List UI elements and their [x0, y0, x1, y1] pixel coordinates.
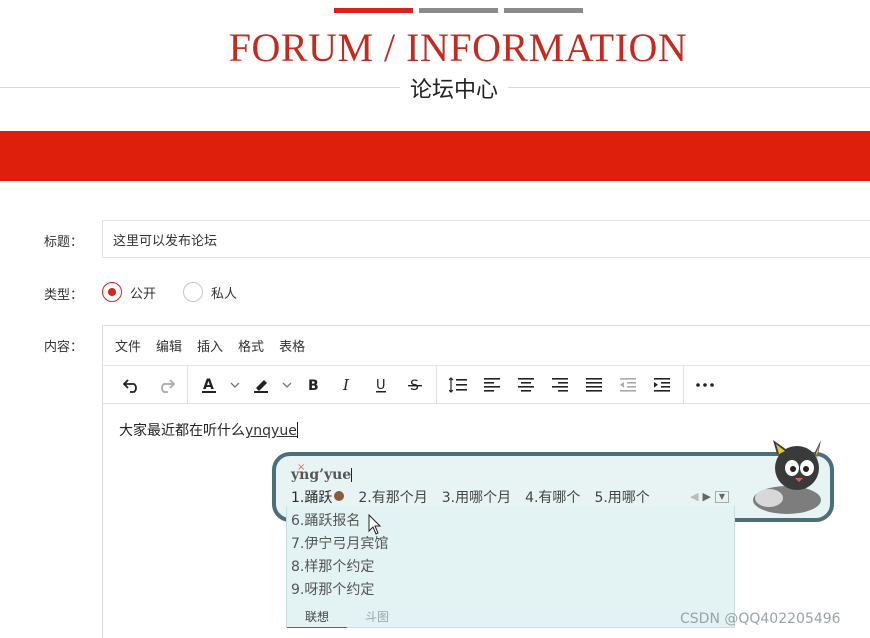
ime-mascot-image	[753, 440, 821, 514]
ime-page-nav: ◀ ▶ ▼	[690, 490, 729, 503]
editor-content-text: 大家最近都在听什么	[119, 423, 245, 439]
menu-format[interactable]: 格式	[238, 336, 264, 355]
align-center-icon[interactable]	[511, 371, 541, 399]
page-title-cn: 论坛中心	[400, 72, 509, 104]
align-justify-icon[interactable]	[579, 371, 609, 399]
radio-circle	[183, 282, 203, 302]
toolbar-text-group: A B I U S	[188, 366, 437, 403]
menu-insert[interactable]: 插入	[197, 336, 223, 355]
check-icon	[334, 491, 345, 501]
ime-tab-association[interactable]: 联想	[287, 608, 347, 628]
editor-toolbar: A B I U S	[103, 366, 870, 404]
ime-prev-icon[interactable]: ◀	[690, 490, 698, 503]
underline-icon[interactable]: U	[366, 371, 396, 399]
ime-pinyin: yng’yue	[291, 467, 353, 483]
menu-file[interactable]: 文件	[115, 336, 141, 355]
page-title-en: FORUM / INFORMATION	[228, 25, 688, 70]
bold-icon[interactable]: B	[298, 371, 328, 399]
tab-indicator[interactable]	[504, 8, 583, 13]
ime-candidate-text: 1.踊跃	[291, 490, 333, 506]
toolbar-history-group	[111, 366, 188, 403]
line-height-icon[interactable]	[443, 371, 473, 399]
highlight-icon[interactable]	[246, 371, 276, 399]
indent-icon[interactable]	[647, 371, 677, 399]
font-color-icon[interactable]: A	[194, 371, 224, 399]
more-icon[interactable]	[690, 371, 720, 399]
strikethrough-icon[interactable]: S	[400, 371, 430, 399]
red-banner	[0, 131, 870, 181]
ime-candidate[interactable]: 2.有那个月	[358, 487, 427, 507]
menu-table[interactable]: 表格	[279, 336, 305, 355]
ime-candidate[interactable]: 8.样那个约定	[291, 556, 374, 576]
radio-circle	[102, 282, 122, 302]
align-left-icon[interactable]	[477, 371, 507, 399]
ime-pinyin-text: yng’yue	[291, 467, 352, 483]
svg-text:A: A	[203, 377, 214, 393]
tab-indicator[interactable]	[419, 8, 498, 13]
title-input-value: 这里可以发布论坛	[113, 233, 218, 249]
radio-private-label: 私人	[211, 286, 238, 302]
svg-text:B: B	[308, 378, 319, 393]
toolbar-align-group	[437, 366, 684, 403]
italic-icon[interactable]: I	[332, 371, 362, 399]
ime-candidate[interactable]: 9.呀那个约定	[291, 579, 374, 599]
radio-public[interactable]: 公开	[102, 282, 156, 302]
ime-candidate[interactable]: 5.用哪个	[594, 487, 649, 507]
chevron-down-icon[interactable]	[228, 371, 242, 399]
ime-candidate-row: 1.踊跃 2.有那个月 3.用哪个月 4.有哪个 5.用哪个	[291, 487, 650, 507]
ime-expand-icon[interactable]: ▼	[714, 490, 729, 503]
outdent-icon[interactable]	[613, 371, 643, 399]
menu-edit[interactable]: 编辑	[156, 336, 182, 355]
ime-tabs: 联想 斗图	[287, 608, 734, 628]
ime-caret	[351, 468, 353, 482]
page: FORUM / INFORMATION 论坛中心 标题： 这里可以发布论坛 类型…	[0, 0, 870, 638]
ime-tab-sticker[interactable]: 斗图	[347, 608, 407, 628]
ime-candidate[interactable]: 7.伊宁弓月宾馆	[291, 533, 388, 553]
undo-icon[interactable]	[117, 371, 147, 399]
chevron-down-icon[interactable]	[280, 371, 294, 399]
toolbar-more-group	[684, 366, 726, 403]
svg-text:I: I	[342, 377, 350, 393]
title-label: 标题：	[44, 235, 84, 250]
editor-composing-text: ynqyue	[245, 423, 297, 439]
watermark: CSDN @QQ402205496	[680, 611, 841, 627]
svg-text:U: U	[376, 378, 386, 393]
header-tab-indicators	[334, 8, 583, 13]
text-caret	[296, 422, 298, 438]
ime-candidate[interactable]: 4.有哪个	[525, 487, 580, 507]
content-label: 内容：	[44, 340, 84, 355]
type-label: 类型：	[44, 288, 84, 303]
ime-candidate[interactable]: 1.踊跃	[291, 487, 345, 507]
title-input[interactable]: 这里可以发布论坛	[102, 220, 870, 258]
tab-indicator-active[interactable]	[334, 8, 413, 13]
editor-menubar: 文件 编辑 插入 格式 表格	[103, 326, 870, 366]
redo-icon[interactable]	[151, 371, 181, 399]
ime-candidate[interactable]: 3.用哪个月	[442, 487, 511, 507]
radio-public-label: 公开	[130, 286, 157, 302]
align-right-icon[interactable]	[545, 371, 575, 399]
ime-candidate[interactable]: 6.踊跃报名	[291, 510, 360, 530]
radio-private[interactable]: 私人	[183, 282, 237, 302]
ime-next-icon[interactable]: ▶	[702, 490, 710, 503]
mouse-cursor-icon	[368, 514, 382, 535]
